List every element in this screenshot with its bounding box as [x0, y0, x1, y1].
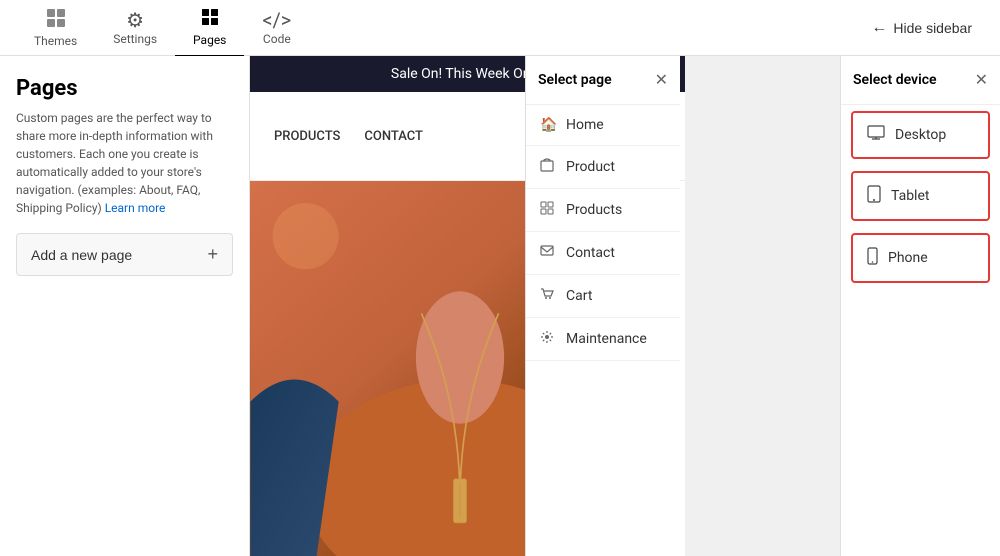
sidebar-description: Custom pages are the perfect way to shar…	[16, 109, 233, 217]
toolbar-pages[interactable]: Pages	[175, 0, 244, 57]
page-nav-products-label: Products	[566, 202, 622, 218]
page-nav-cart-label: Cart	[566, 288, 592, 304]
home-icon: 🏠	[540, 117, 556, 133]
site-nav-links: PRODUCTS CONTACT	[274, 129, 423, 144]
product-icon	[540, 158, 556, 176]
nav-products[interactable]: PRODUCTS	[274, 129, 340, 144]
phone-icon	[867, 247, 878, 269]
toolbar-themes[interactable]: Themes	[16, 0, 95, 56]
toolbar-code[interactable]: </> Code	[244, 2, 309, 54]
contact-icon	[540, 244, 556, 262]
toolbar-themes-label: Themes	[34, 34, 77, 48]
page-nav-home-label: Home	[566, 117, 604, 133]
device-desktop-label: Desktop	[895, 127, 946, 143]
cart-icon	[540, 287, 556, 305]
select-page-header: Select page ✕	[526, 56, 680, 105]
nav-contact[interactable]: CONTACT	[364, 129, 423, 144]
learn-more-link[interactable]: Learn more	[105, 201, 166, 215]
page-nav-contact[interactable]: Contact	[526, 232, 680, 275]
select-device-title: Select device	[853, 72, 937, 88]
toolbar-code-label: Code	[263, 32, 291, 46]
select-device-close-button[interactable]: ✕	[975, 70, 988, 90]
maintenance-icon	[540, 330, 556, 348]
device-phone[interactable]: Phone	[851, 233, 990, 283]
products-icon	[540, 201, 556, 219]
toolbar-settings-label: Settings	[113, 32, 157, 46]
banner-text: Sale On! This Week Only!	[391, 66, 544, 82]
device-tablet[interactable]: Tablet	[851, 171, 990, 221]
settings-icon: ⚙	[126, 10, 144, 30]
device-desktop[interactable]: Desktop	[851, 111, 990, 159]
add-page-button[interactable]: Add a new page +	[16, 233, 233, 276]
device-tablet-label: Tablet	[891, 188, 929, 204]
hide-sidebar-arrow-icon: ←	[871, 19, 887, 37]
toolbar-settings[interactable]: ⚙ Settings	[95, 2, 175, 54]
sidebar-title: Pages	[16, 76, 233, 101]
select-page-close-button[interactable]: ✕	[655, 70, 668, 90]
page-nav-products[interactable]: Products	[526, 189, 680, 232]
select-page-panel: Select page ✕ 🏠 Home Product	[525, 56, 680, 556]
add-page-label: Add a new page	[31, 247, 132, 263]
add-page-plus-icon: +	[207, 244, 218, 265]
tablet-icon	[867, 185, 881, 207]
main-area: Pages Custom pages are the perfect way t…	[0, 56, 1000, 556]
toolbar-pages-label: Pages	[193, 33, 226, 47]
pages-icon	[199, 6, 221, 31]
page-nav-product-label: Product	[566, 159, 615, 175]
select-page-title: Select page	[538, 72, 612, 88]
left-sidebar: Pages Custom pages are the perfect way t…	[0, 56, 250, 556]
code-icon: </>	[262, 10, 291, 30]
sidebar-desc-text: Custom pages are the perfect way to shar…	[16, 111, 213, 215]
hide-sidebar-label: Hide sidebar	[893, 20, 972, 36]
page-nav-product[interactable]: Product	[526, 146, 680, 189]
desktop-icon	[867, 125, 885, 145]
page-nav-cart[interactable]: Cart	[526, 275, 680, 318]
page-nav-maintenance[interactable]: Maintenance	[526, 318, 680, 361]
device-phone-label: Phone	[888, 250, 928, 266]
top-toolbar: Themes ⚙ Settings Pages </> Code ← Hide …	[0, 0, 1000, 56]
select-device-panel: Select device ✕ Desktop Tablet Phone	[840, 56, 1000, 556]
select-device-header: Select device ✕	[841, 56, 1000, 105]
hide-sidebar-button[interactable]: ← Hide sidebar	[859, 13, 984, 43]
page-nav-maintenance-label: Maintenance	[566, 331, 647, 347]
page-nav-contact-label: Contact	[566, 245, 615, 261]
themes-icon	[45, 7, 67, 32]
page-nav-home[interactable]: 🏠 Home	[526, 105, 680, 146]
